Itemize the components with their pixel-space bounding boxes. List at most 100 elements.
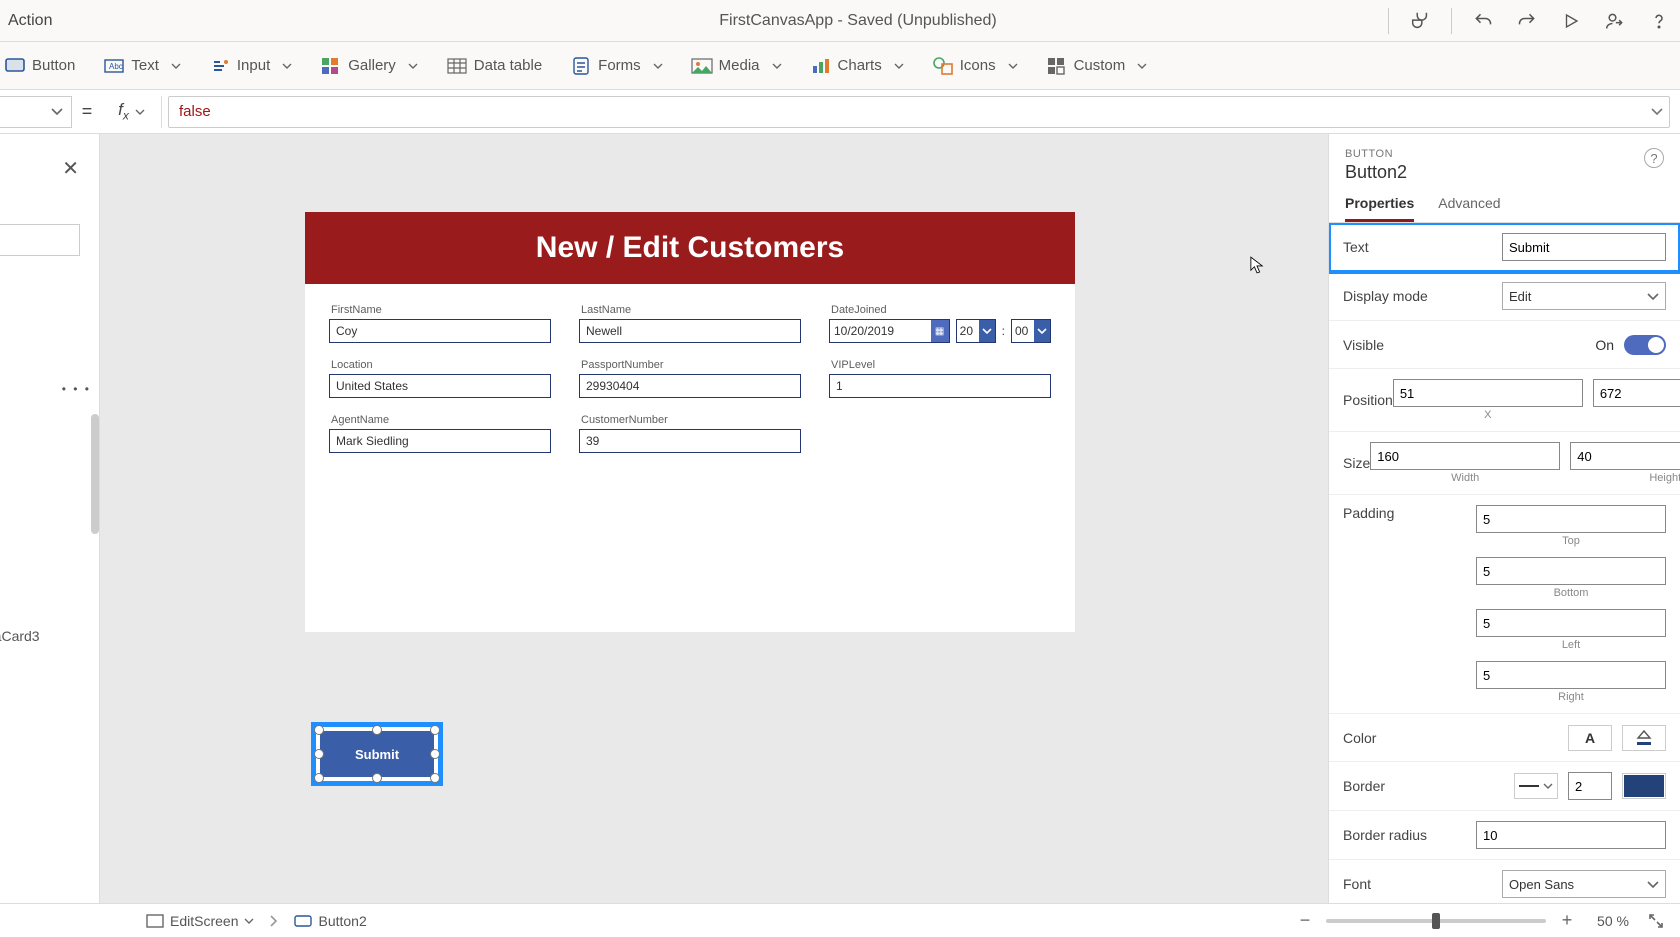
visible-toggle[interactable] bbox=[1624, 335, 1666, 355]
app-checker-icon[interactable] bbox=[1407, 8, 1433, 34]
ribbon-forms[interactable]: Forms bbox=[558, 42, 677, 89]
icons-icon bbox=[934, 57, 952, 75]
prop-font-label: Font bbox=[1343, 876, 1502, 892]
resize-handle[interactable] bbox=[314, 725, 324, 735]
vip-input[interactable]: 1 bbox=[829, 374, 1051, 398]
padding-right-input[interactable] bbox=[1476, 661, 1666, 689]
ribbon-forms-label: Forms bbox=[598, 57, 641, 74]
border-width-input[interactable] bbox=[1568, 772, 1612, 800]
tree-item[interactable]: ataCard3 bbox=[0, 616, 102, 656]
breadcrumb-element[interactable]: Button2 bbox=[288, 913, 372, 929]
calendar-icon[interactable]: ▦ bbox=[931, 320, 949, 342]
position-y-input[interactable] bbox=[1593, 379, 1680, 407]
share-icon[interactable] bbox=[1602, 8, 1628, 34]
charts-icon bbox=[812, 57, 830, 75]
radius-input[interactable] bbox=[1476, 821, 1666, 849]
padding-top-input[interactable] bbox=[1476, 505, 1666, 533]
zoom-slider[interactable] bbox=[1326, 919, 1546, 923]
size-h-input[interactable] bbox=[1570, 442, 1680, 470]
border-style-button[interactable] bbox=[1514, 773, 1558, 799]
passport-input[interactable]: 29930404 bbox=[579, 374, 801, 398]
chevron-down-icon bbox=[1647, 293, 1659, 300]
tab-advanced[interactable]: Advanced bbox=[1438, 195, 1500, 222]
ribbon-icons[interactable]: Icons bbox=[920, 42, 1032, 89]
ribbon-media[interactable]: Media bbox=[679, 42, 796, 89]
resize-handle[interactable] bbox=[430, 773, 440, 783]
minute-dropdown[interactable]: 00 bbox=[1011, 319, 1051, 343]
design-canvas[interactable]: New / Edit Customers FirstName Coy LastN… bbox=[100, 134, 1328, 903]
zoom-out-button[interactable]: − bbox=[1294, 910, 1316, 931]
ribbon-gallery[interactable]: Gallery bbox=[308, 42, 432, 89]
submit-button[interactable]: Submit bbox=[320, 731, 434, 777]
menu-action[interactable]: Action bbox=[8, 12, 328, 30]
tree-item[interactable]: d3 bbox=[0, 540, 102, 580]
fit-to-window-button[interactable] bbox=[1648, 913, 1670, 929]
prop-text-row: Text bbox=[1329, 223, 1680, 272]
datatable-icon bbox=[448, 57, 466, 75]
fill-color-button[interactable] bbox=[1622, 725, 1666, 751]
ribbon-custom[interactable]: Custom bbox=[1034, 42, 1162, 89]
panel-help-icon[interactable]: ? bbox=[1644, 148, 1664, 168]
undo-icon[interactable] bbox=[1470, 8, 1496, 34]
font-color-button[interactable]: A bbox=[1568, 725, 1612, 751]
prop-padding-label: Padding bbox=[1343, 505, 1486, 521]
padding-bottom-input[interactable] bbox=[1476, 557, 1666, 585]
location-input[interactable]: United States bbox=[329, 374, 551, 398]
help-icon[interactable] bbox=[1646, 8, 1672, 34]
hour-dropdown[interactable]: 20 bbox=[956, 319, 996, 343]
resize-handle[interactable] bbox=[430, 725, 440, 735]
ribbon-charts-label: Charts bbox=[838, 57, 882, 74]
padding-left-input[interactable] bbox=[1476, 609, 1666, 637]
tree-search-input[interactable] bbox=[0, 224, 80, 256]
fx-button[interactable]: fx bbox=[102, 96, 162, 128]
size-w-input[interactable] bbox=[1370, 442, 1560, 470]
submit-label: Submit bbox=[355, 747, 399, 762]
resize-handle[interactable] bbox=[314, 749, 324, 759]
tab-properties[interactable]: Properties bbox=[1345, 195, 1414, 222]
border-color-button[interactable] bbox=[1622, 773, 1666, 799]
formula-value: false bbox=[179, 103, 211, 120]
ribbon-input[interactable]: Input bbox=[197, 42, 306, 89]
property-selector[interactable] bbox=[0, 96, 72, 128]
prop-border-row: Border bbox=[1329, 762, 1680, 811]
breadcrumb-screen-label: EditScreen bbox=[170, 913, 238, 929]
custno-input[interactable]: 39 bbox=[579, 429, 801, 453]
datejoined-input[interactable]: 10/20/2019 ▦ bbox=[829, 319, 950, 343]
firstname-input[interactable]: Coy bbox=[329, 319, 551, 343]
lastname-input[interactable]: Newell bbox=[579, 319, 801, 343]
tree-item[interactable]: 13 bbox=[0, 374, 102, 414]
resize-handle[interactable] bbox=[372, 773, 382, 783]
close-icon[interactable]: ✕ bbox=[62, 156, 79, 181]
position-x-input[interactable] bbox=[1393, 379, 1583, 407]
ribbon-button[interactable]: Button bbox=[0, 42, 89, 89]
expand-formula-icon[interactable] bbox=[1651, 108, 1663, 115]
tree-item[interactable]: 6 bbox=[0, 454, 102, 494]
resize-handle[interactable] bbox=[430, 749, 440, 759]
resize-handle[interactable] bbox=[314, 773, 324, 783]
ribbon-charts[interactable]: Charts bbox=[798, 42, 918, 89]
chevron-down-icon bbox=[1008, 63, 1018, 69]
prop-displaymode-select[interactable]: Edit bbox=[1502, 282, 1666, 310]
ribbon-text[interactable]: Abc Text bbox=[91, 42, 195, 89]
agent-input[interactable]: Mark Siedling bbox=[329, 429, 551, 453]
play-icon[interactable] bbox=[1558, 8, 1584, 34]
redo-icon[interactable] bbox=[1514, 8, 1540, 34]
tree-items: 13 6 3 d3 ataCard3 bbox=[0, 374, 102, 656]
prop-color-label: Color bbox=[1343, 730, 1568, 746]
tree-item[interactable]: 3 bbox=[0, 500, 102, 540]
resize-handle[interactable] bbox=[372, 725, 382, 735]
prop-text-input[interactable] bbox=[1502, 233, 1666, 261]
breadcrumb-screen[interactable]: EditScreen bbox=[140, 913, 260, 929]
chevron-down-icon bbox=[979, 320, 995, 342]
app-screen[interactable]: New / Edit Customers FirstName Coy LastN… bbox=[305, 212, 1075, 632]
formula-input[interactable]: false bbox=[168, 96, 1670, 128]
h-sublabel: Height bbox=[1649, 472, 1680, 484]
datejoined-label: DateJoined bbox=[831, 304, 1051, 316]
agent-label: AgentName bbox=[331, 414, 551, 426]
font-select[interactable]: Open Sans bbox=[1502, 870, 1666, 898]
selection-outline[interactable]: Submit bbox=[311, 722, 443, 786]
zoom-in-button[interactable]: + bbox=[1556, 910, 1578, 931]
ribbon-datatable[interactable]: Data table bbox=[434, 42, 556, 89]
date-value: 10/20/2019 bbox=[834, 324, 894, 338]
field-vip: VIPLevel 1 bbox=[829, 353, 1051, 398]
